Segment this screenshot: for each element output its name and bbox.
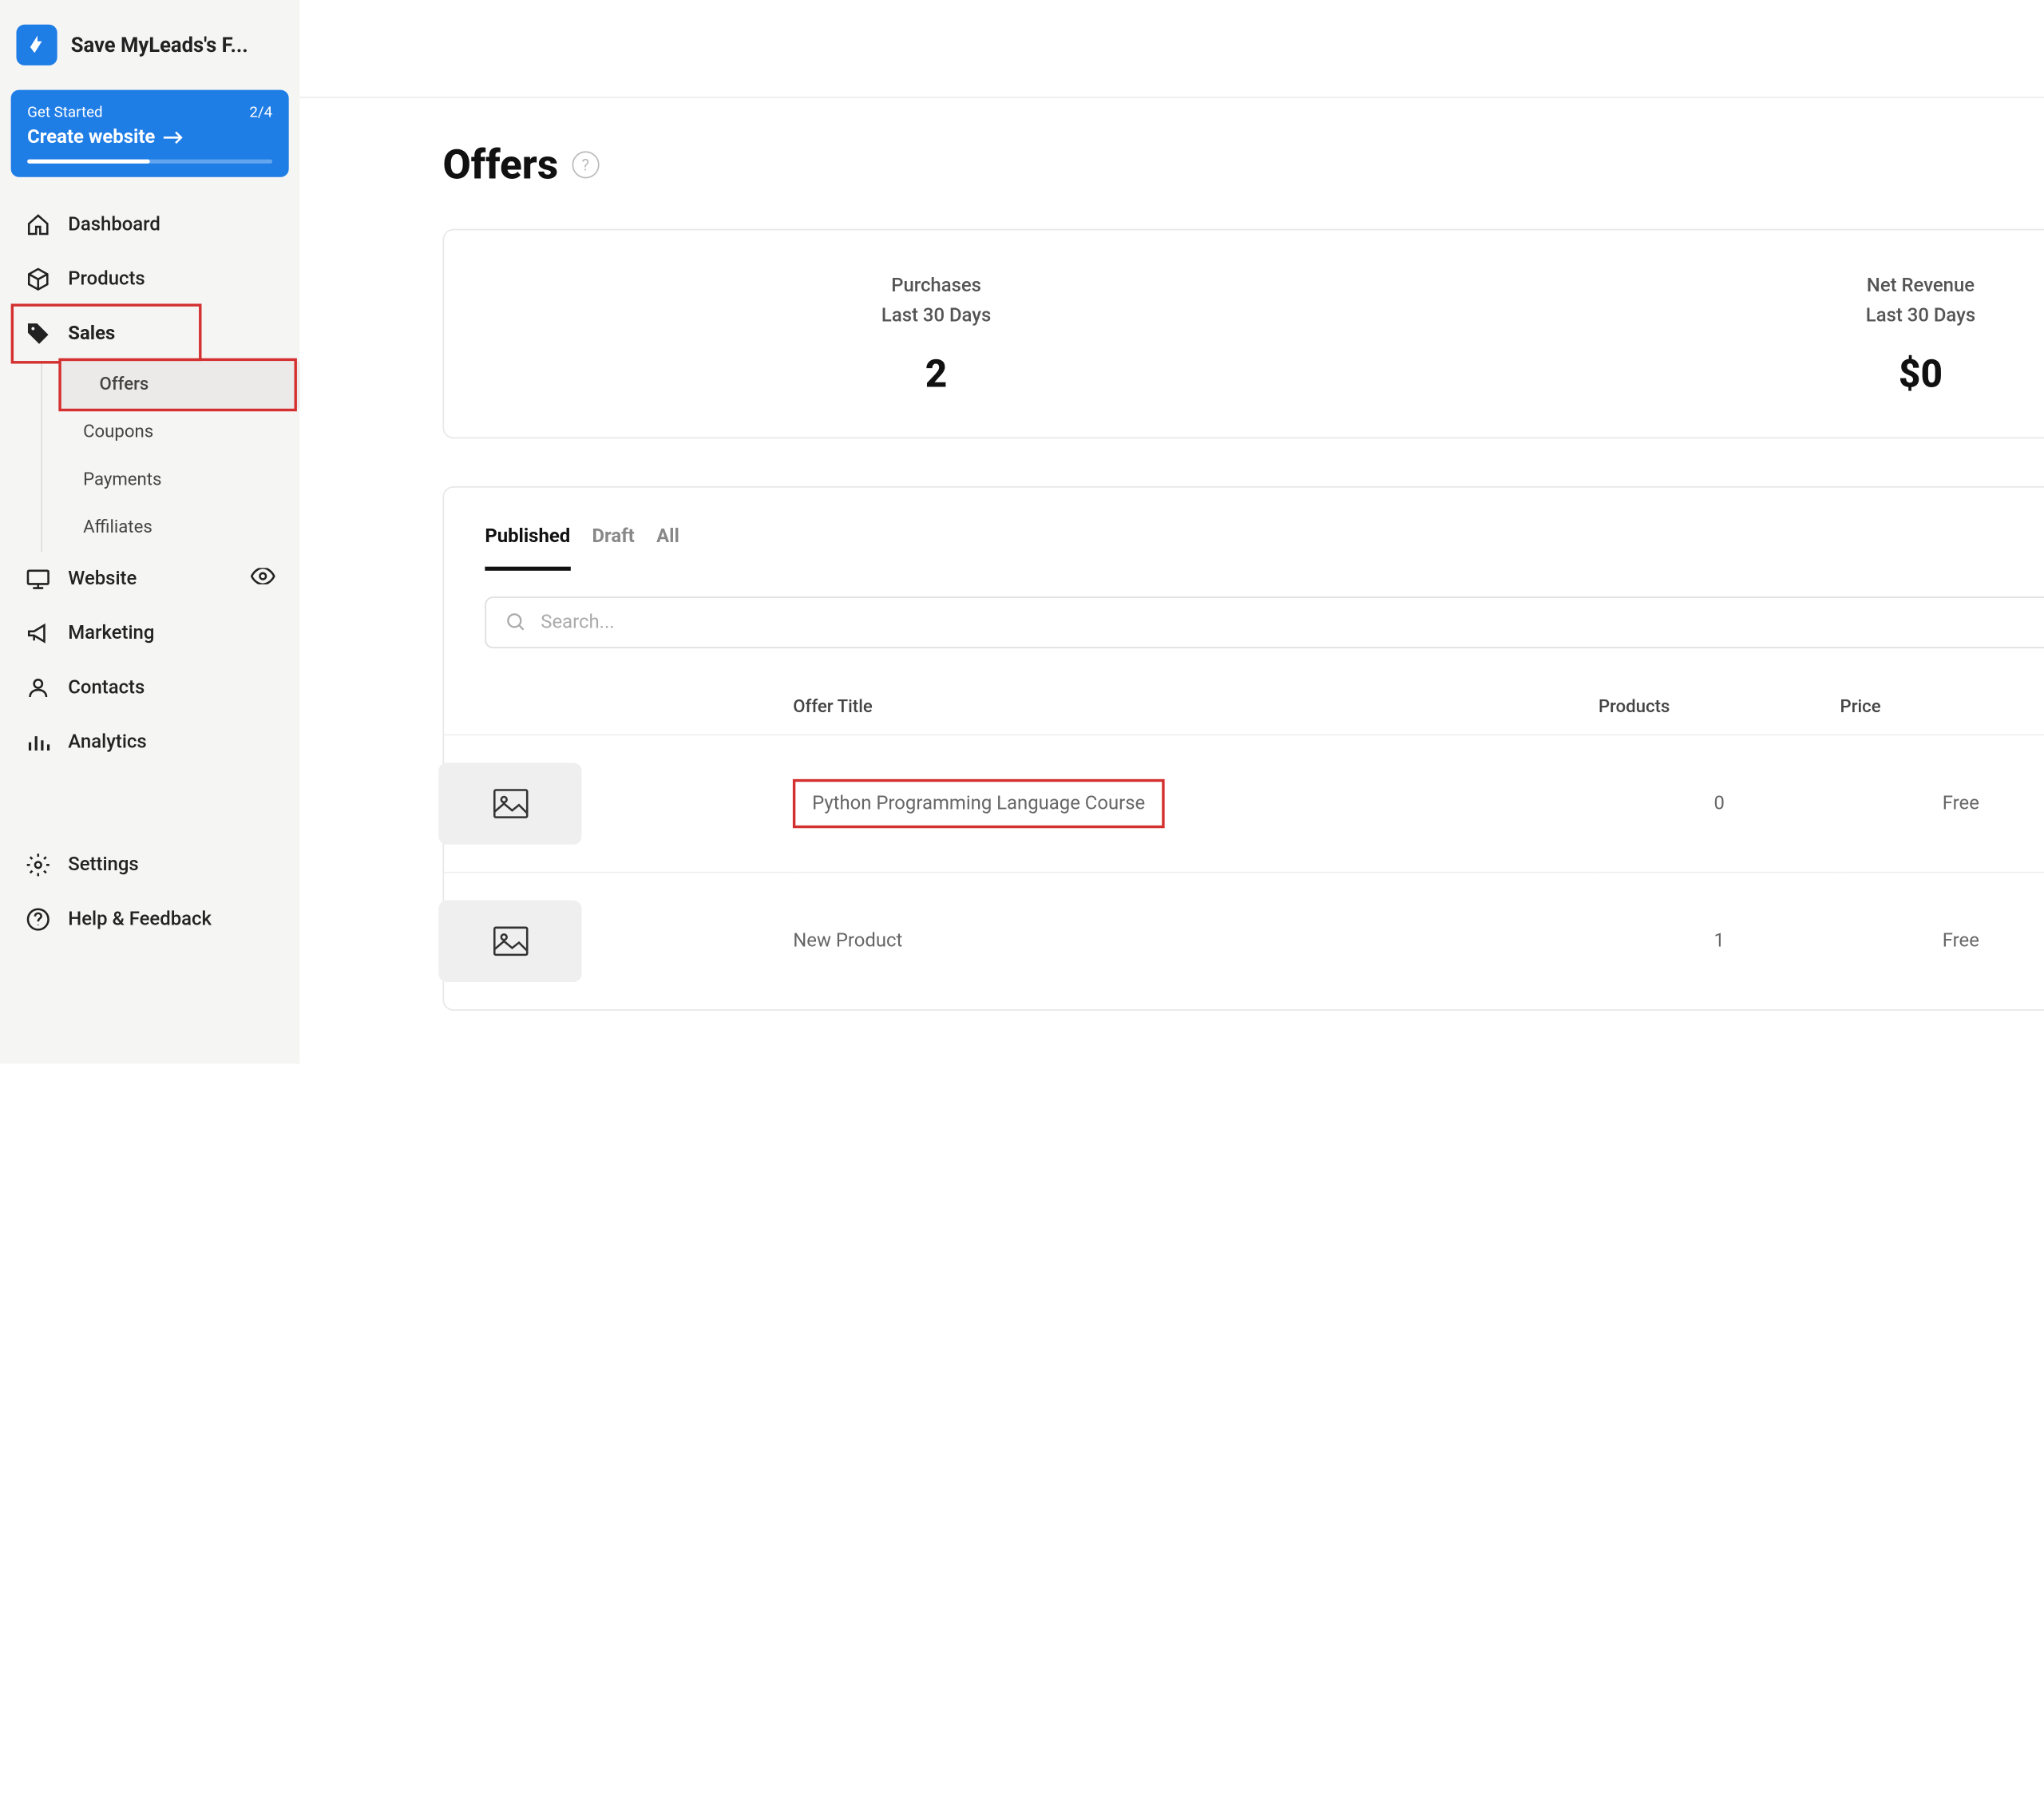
main-content: SM Offers ? New Offer Purchases Last 30 … — [299, 0, 2044, 1063]
subnav-payments[interactable]: Payments — [42, 457, 299, 505]
workspace-selector[interactable]: Save MyLeads's F... — [0, 14, 299, 76]
image-icon — [493, 788, 528, 818]
box-icon — [25, 266, 52, 293]
stat-purchases: Purchases Last 30 Days 2 — [444, 271, 1428, 396]
home-icon — [25, 211, 52, 238]
search-icon — [505, 612, 527, 633]
cell-products: 1 — [1598, 872, 1840, 1008]
col-products[interactable]: Products — [1598, 681, 1840, 735]
subnav-offers[interactable]: Offers — [58, 361, 299, 409]
gear-icon — [25, 851, 52, 878]
offer-title-cell: Python Programming Language Course — [793, 735, 1598, 872]
cell-price: Free — [1840, 872, 2044, 1008]
logo-icon — [16, 25, 57, 65]
sidebar-item-products[interactable]: Products — [0, 252, 299, 307]
get-started-card[interactable]: Get Started 2/4 Create website — [11, 90, 289, 177]
eye-icon[interactable] — [251, 568, 275, 589]
user-icon — [25, 674, 52, 701]
offer-thumbnail — [438, 900, 581, 981]
offer-title-cell: New Product — [793, 872, 1598, 1008]
get-started-progress-text: 2/4 — [249, 104, 272, 121]
offers-table-card: Published Draft All Offer Title — [442, 486, 2044, 1011]
sidebar-item-settings[interactable]: Settings — [0, 838, 299, 892]
get-started-action: Create website — [27, 127, 272, 149]
sidebar-item-analytics[interactable]: Analytics — [0, 715, 299, 770]
cell-products: 0 — [1598, 735, 1840, 872]
offers-table: Offer Title Products Price Qty Sold Net … — [444, 681, 2044, 1009]
sidebar-item-dashboard[interactable]: Dashboard — [0, 197, 299, 252]
offers-search-input[interactable] — [541, 612, 2044, 633]
status-tabs: Published Draft All — [444, 525, 2044, 572]
sidebar-item-website[interactable]: Website — [0, 552, 299, 606]
image-icon — [493, 926, 528, 957]
tab-all[interactable]: All — [656, 525, 679, 570]
stat-revenue-30d: Net Revenue Last 30 Days $0 — [1428, 271, 2044, 396]
topbar: SM — [299, 0, 2044, 98]
megaphone-icon — [25, 620, 52, 647]
tab-draft[interactable]: Draft — [592, 525, 634, 570]
monitor-icon — [25, 565, 52, 592]
offers-search-box[interactable] — [485, 596, 2044, 648]
get-started-label: Get Started — [27, 104, 272, 121]
col-price[interactable]: Price — [1840, 681, 2044, 735]
sidebar-item-help[interactable]: Help & Feedback — [0, 892, 299, 946]
sidebar-item-marketing[interactable]: Marketing — [0, 606, 299, 660]
cell-price: Free — [1840, 735, 2044, 872]
stats-card: Purchases Last 30 Days 2 Net Revenue Las… — [442, 229, 2044, 438]
help-circle-icon[interactable]: ? — [572, 151, 599, 178]
bar-chart-icon — [25, 729, 52, 756]
subnav-coupons[interactable]: Coupons — [42, 409, 299, 457]
table-row[interactable]: New Product 1 Free 2 $0.00 USD Published — [444, 872, 2044, 1008]
tab-published[interactable]: Published — [485, 525, 570, 570]
page-title: Offers — [442, 141, 558, 189]
offer-thumbnail — [438, 762, 581, 844]
progress-bar — [27, 160, 272, 164]
sales-submenu: Offers Coupons Payments Affiliates — [41, 361, 299, 552]
arrow-right-icon — [164, 131, 185, 145]
help-icon — [25, 905, 52, 933]
page-header: Offers ? New Offer — [442, 139, 2044, 191]
col-title[interactable]: Offer Title — [793, 681, 1598, 735]
tag-icon — [25, 320, 52, 347]
workspace-name: Save MyLeads's F... — [71, 33, 248, 57]
sidebar-item-sales[interactable]: Sales — [0, 307, 299, 361]
subnav-affiliates[interactable]: Affiliates — [42, 504, 299, 552]
sidebar: Save MyLeads's F... Get Started 2/4 Crea… — [0, 0, 299, 1063]
table-row[interactable]: Python Programming Language Course 0 Fre… — [444, 735, 2044, 872]
sidebar-item-contacts[interactable]: Contacts — [0, 660, 299, 715]
